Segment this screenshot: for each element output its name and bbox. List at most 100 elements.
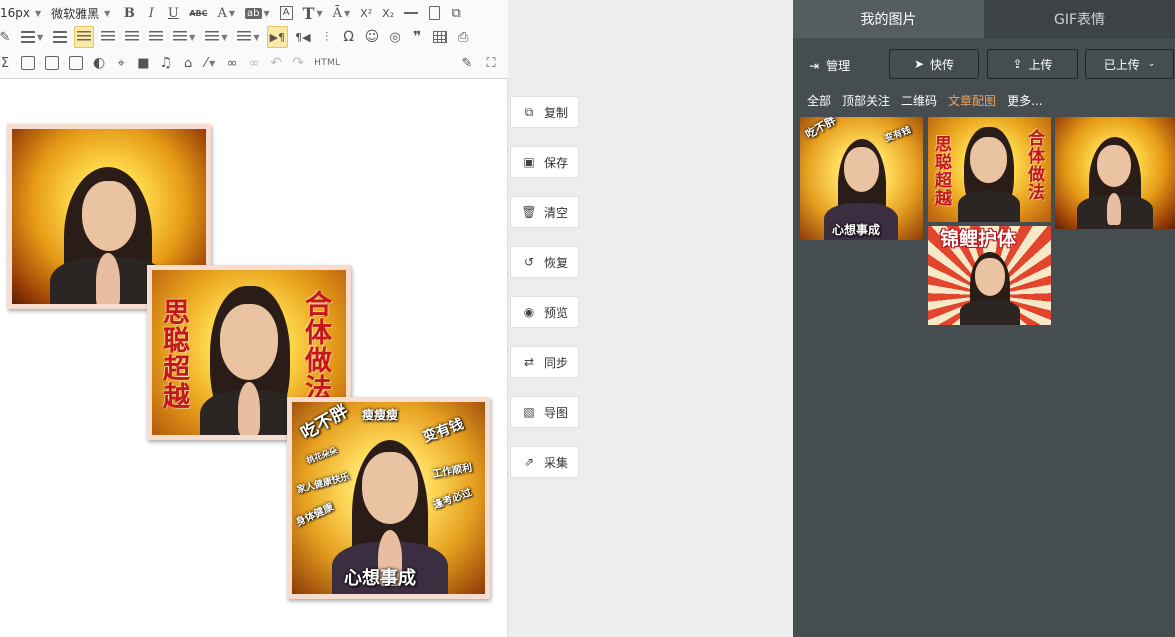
fullscreen-button[interactable]: ⛶ — [482, 52, 500, 74]
search-replace-button[interactable]: ◎ — [386, 26, 404, 48]
collect-icon: ⇗ — [523, 455, 535, 469]
unlink-button[interactable]: ∞ — [245, 52, 263, 74]
sync-button[interactable]: ⇄ 同步 — [510, 346, 579, 378]
manage-button[interactable]: ⇥ 管理 — [809, 57, 850, 74]
images-icon — [45, 56, 59, 70]
blockquote-button[interactable]: ❞ — [408, 26, 426, 48]
insert-map-button[interactable]: ⌖ — [112, 52, 130, 74]
tab-gif-emoji[interactable]: GIF表情 — [984, 0, 1175, 38]
unlink-icon: ∞ — [248, 55, 260, 71]
bold-button[interactable]: B — [120, 2, 138, 24]
undo-button[interactable]: ↶ — [267, 52, 285, 74]
editor-content[interactable]: 思聪超越 合体做法 吃不胖 瘦瘦瘦 变有钱 家人健康快乐 工作顺利 身体健康 逢… — [0, 80, 508, 637]
print-icon: ⎙ — [457, 29, 469, 45]
font-size-select[interactable]: 16px ▼ — [0, 2, 41, 24]
uploaded-dropdown[interactable]: 已上传 ⌄ — [1085, 49, 1174, 79]
letter-spacing-button[interactable]: Ā ▼ — [330, 2, 354, 24]
print-button[interactable]: ⎙ — [454, 26, 472, 48]
category-top-follow[interactable]: 顶部关注 — [842, 92, 890, 109]
ltr-button[interactable]: ▶¶ — [266, 26, 289, 48]
table-icon — [433, 31, 448, 43]
thumbnail-koi[interactable]: 锦鲤护体 — [928, 226, 1051, 325]
indent-button[interactable]: ▼ — [18, 26, 46, 48]
eraser-button[interactable]: ✎ — [0, 26, 14, 48]
html-source-button[interactable]: HTML — [311, 52, 343, 74]
export-image-button[interactable]: ▧ 导图 — [510, 396, 579, 428]
preview-button[interactable]: ◉ 预览 — [510, 296, 579, 328]
insert-multi-image-button[interactable] — [42, 52, 62, 74]
sum-button[interactable]: Σ — [0, 52, 14, 74]
font-style-button[interactable]: T ▼ — [300, 2, 326, 24]
format-button[interactable]: ⫶ — [318, 26, 336, 48]
background-color-button[interactable]: ab ▼ — [242, 2, 273, 24]
action-label: 同步 — [544, 355, 569, 370]
font-family-select[interactable]: 微软雅黑 ▼ — [51, 2, 110, 24]
edit-box-button[interactable]: ⧉ — [447, 2, 465, 24]
align-right-button[interactable] — [122, 26, 142, 48]
quote-icon: ❞ — [413, 29, 422, 45]
thumbnail-wishes[interactable]: 吃不胖 变有钱 心想事成 — [800, 117, 923, 240]
italic-icon: I — [148, 5, 154, 21]
underline-button[interactable]: U — [164, 2, 182, 24]
subscript-button[interactable]: X₂ — [379, 2, 397, 24]
quick-upload-button[interactable]: ➤ 快传 — [889, 49, 979, 79]
copy-button[interactable]: ⧉ 复制 — [510, 96, 579, 128]
insert-video-button[interactable]: ■ — [134, 52, 152, 74]
edit-note-button[interactable]: ✎ — [458, 52, 476, 74]
list-button[interactable]: ▼ — [234, 26, 262, 48]
meme-image-wishes[interactable]: 吃不胖 瘦瘦瘦 变有钱 家人健康快乐 工作顺利 身体健康 逢考必过 桃花朵朵 心… — [287, 397, 490, 599]
superscript-button[interactable]: X² — [357, 2, 375, 24]
outdent-button[interactable] — [50, 26, 70, 48]
link-icon: ∞ — [226, 55, 238, 71]
category-qrcode[interactable]: 二维码 — [901, 92, 937, 109]
rtl-button[interactable]: ¶◀ — [292, 26, 313, 48]
align-center-button[interactable] — [98, 26, 118, 48]
italic-button[interactable]: I — [142, 2, 160, 24]
category-article-images[interactable]: 文章配图 — [948, 92, 996, 109]
emoji-button[interactable]: ☺ — [362, 26, 383, 48]
tab-my-images[interactable]: 我的图片 — [793, 0, 984, 38]
format-icon: ⫶ — [324, 29, 329, 45]
text-t-icon: T — [302, 3, 315, 23]
insert-music-button[interactable]: ♫ — [157, 52, 176, 74]
line-height-button[interactable]: ▼ — [170, 26, 198, 48]
clear-button[interactable]: 🗑 清空 — [510, 196, 579, 228]
meme-caption-right: 合体做法 — [300, 290, 331, 402]
thumbnail-sicong[interactable]: 思聪超越 合体做法 — [928, 117, 1051, 222]
category-more[interactable]: 更多... — [1007, 92, 1042, 109]
map-pin-icon: ⌖ — [117, 55, 125, 71]
chevron-down-icon: ▼ — [343, 8, 351, 18]
thumbnail-halo[interactable] — [1055, 117, 1175, 229]
align-right-icon — [125, 31, 140, 43]
link-button[interactable]: ∞ — [223, 52, 241, 74]
paragraph-spacing-button[interactable]: ▼ — [202, 26, 230, 48]
align-justify-button[interactable] — [146, 26, 166, 48]
chevron-down-icon: ▼ — [104, 8, 111, 18]
table-button[interactable] — [430, 26, 450, 48]
chevron-down-icon: ▼ — [209, 58, 216, 68]
strikethrough-button[interactable]: ABC — [186, 2, 210, 24]
insert-image-button[interactable] — [18, 52, 38, 74]
text-border-button[interactable]: A — [277, 2, 296, 24]
insert-frame-button[interactable] — [66, 52, 86, 74]
redo-button[interactable]: ↷ — [289, 52, 307, 74]
image-export-icon: ▧ — [523, 405, 535, 419]
scrawl-button[interactable]: ◐ — [90, 52, 108, 74]
manage-icon: ⇥ — [809, 58, 820, 73]
restore-button[interactable]: ↺ 恢复 — [510, 246, 579, 278]
collect-button[interactable]: ⇗ 采集 — [510, 446, 579, 478]
upload-button[interactable]: ⇪ 上传 — [987, 49, 1078, 79]
frame-icon — [69, 56, 83, 70]
font-color-button[interactable]: A ▼ — [215, 2, 239, 24]
paper-plane-icon: ➤ — [913, 57, 925, 71]
new-page-button[interactable] — [425, 2, 443, 24]
special-char-button[interactable]: Ω — [340, 26, 358, 48]
horizontal-rule-button[interactable] — [401, 2, 421, 24]
format-painter-button[interactable]: ⌂ — [179, 52, 197, 74]
align-left-button[interactable] — [74, 26, 95, 48]
restore-icon: ↺ — [523, 255, 535, 269]
magic-button[interactable]: ⁄ ▼ — [201, 52, 219, 74]
side-actions: ⧉ 复制 ▣ 保存 🗑 清空 ↺ 恢复 ◉ 预览 ⇄ 同步 ▧ 导图 ⇗ 采集 — [509, 0, 793, 637]
save-button[interactable]: ▣ 保存 — [510, 146, 579, 178]
category-all[interactable]: 全部 — [807, 92, 831, 109]
